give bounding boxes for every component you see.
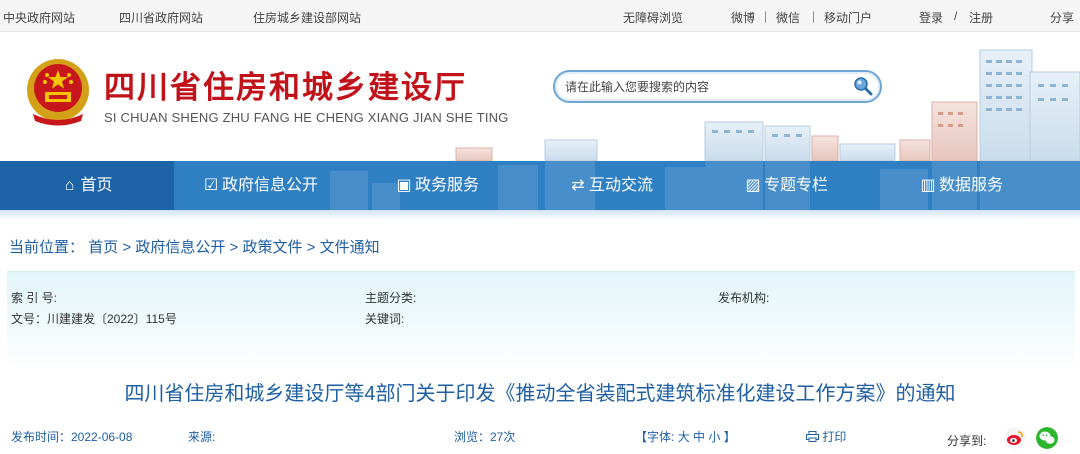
exchange-icon: ⇄ <box>571 177 585 194</box>
printer-icon <box>806 431 819 442</box>
top-utility-bar: 中央政府网站 四川省政府网站 住房城乡建设部网站 无障碍浏览 微博 | 微信 |… <box>0 0 1080 32</box>
link-mobile-portal[interactable]: 移动门户 <box>824 9 872 26</box>
link-accessibility[interactable]: 无障碍浏览 <box>623 9 683 26</box>
nav-label: 政府信息公开 <box>222 177 319 194</box>
breadcrumb-home[interactable]: 首页 <box>88 239 118 256</box>
index-number-label: 索 引 号: <box>11 291 58 305</box>
topic-category-label: 主题分类: <box>365 291 417 305</box>
edit-icon: ☑ <box>203 177 219 194</box>
link-wechat[interactable]: 微信 <box>776 9 800 26</box>
site-header: 四川省住房和城乡建设厅 SI CHUAN SHENG ZHU FANG HE C… <box>0 32 1080 161</box>
keywords-label: 关键词: <box>365 312 405 326</box>
monitor-icon: ▣ <box>396 177 412 194</box>
nav-shadow-band <box>0 210 1080 220</box>
breadcrumb-gov-info[interactable]: 政府信息公开 <box>135 239 225 256</box>
nav-label: 数据服务 <box>939 177 1004 194</box>
share-to-label: 分享到: <box>947 434 987 448</box>
source-label: 来源: <box>188 430 216 444</box>
weibo-share-icon[interactable] <box>1004 427 1026 449</box>
document-title: 四川省住房和城乡建设厅等4部门关于印发《推动全省装配式建筑标准化建设工作方案》的… <box>124 383 956 405</box>
wechat-share-icon[interactable] <box>1036 427 1058 449</box>
breadcrumb-separator: > <box>122 239 132 256</box>
slash-divider: / <box>954 9 958 23</box>
breadcrumb-separator: > <box>306 239 316 256</box>
font-size-bracket: 】 <box>723 430 736 444</box>
chart-icon: ▥ <box>920 177 936 194</box>
link-weibo[interactable]: 微博 <box>731 9 755 26</box>
font-size-medium[interactable]: 中 <box>693 430 705 444</box>
breadcrumb-policy-docs[interactable]: 政策文件 <box>242 239 302 256</box>
search-icon[interactable] <box>852 75 874 97</box>
publish-date: 发布时间：2022-06-08 <box>11 430 133 444</box>
nav-home[interactable]: ⌂ 首页 <box>0 161 174 210</box>
search-input[interactable] <box>565 79 845 95</box>
breadcrumb: 当前位置： 首页 > 政府信息公开 > 政策文件 > 文件通知 <box>9 236 380 257</box>
nav-label: 互动交流 <box>589 177 654 194</box>
view-count: 浏览：27次 <box>454 430 516 444</box>
print-button[interactable]: 打印 <box>806 428 846 445</box>
link-central-gov[interactable]: 中央政府网站 <box>3 9 75 26</box>
site-subtitle-pinyin: SI CHUAN SHENG ZHU FANG HE CHENG XIANG J… <box>104 110 509 125</box>
divider: | <box>812 9 816 23</box>
nav-data-services[interactable]: ▥ 数据服务 <box>920 161 1003 210</box>
print-label: 打印 <box>822 430 847 444</box>
breadcrumb-file-notice[interactable]: 文件通知 <box>320 239 380 256</box>
nav-gov-info[interactable]: ☑ 政府信息公开 <box>203 161 318 210</box>
nav-label: 政务服务 <box>415 177 480 194</box>
site-title: 四川省住房和城乡建设厅 <box>104 70 467 106</box>
font-size-control: 【字体: 大 中 小 】 <box>635 428 736 445</box>
breadcrumb-separator: > <box>229 239 239 256</box>
document-info-table: 索 引 号: 主题分类: 发布机构: 文号：川建建发〔2022〕115号 关键词… <box>7 271 1075 369</box>
link-share[interactable]: 分享 <box>1050 9 1074 26</box>
nav-interaction[interactable]: ⇄ 互动交流 <box>570 161 653 210</box>
main-nav: ⌂ 首页 ☑ 政府信息公开 ▣ 政务服务 ⇄ 互动交流 ▨ 专题专栏 ▥ 数据服务 <box>0 161 1080 210</box>
link-sichuan-gov[interactable]: 四川省政府网站 <box>119 9 203 26</box>
national-emblem-logo <box>27 59 89 126</box>
link-login[interactable]: 登录 <box>919 9 943 26</box>
nav-gov-services[interactable]: ▣ 政务服务 <box>396 161 479 210</box>
home-icon: ⌂ <box>64 177 75 194</box>
search-box <box>553 70 882 103</box>
document-number: 文号：川建建发〔2022〕115号 <box>11 312 177 326</box>
nav-special-topics[interactable]: ▨ 专题专栏 <box>745 161 828 210</box>
font-size-large[interactable]: 大 <box>678 430 690 444</box>
breadcrumb-label: 当前位置： <box>9 239 85 256</box>
publisher-label: 发布机构: <box>718 291 770 305</box>
nav-label: 首页 <box>80 177 113 194</box>
font-size-label: 【字体: <box>635 430 675 444</box>
picture-icon: ▨ <box>745 177 761 194</box>
link-register[interactable]: 注册 <box>969 9 993 26</box>
font-size-small[interactable]: 小 <box>708 430 720 444</box>
nav-label: 专题专栏 <box>764 177 829 194</box>
link-mohurd[interactable]: 住房城乡建设部网站 <box>253 9 361 26</box>
divider: | <box>764 9 768 23</box>
